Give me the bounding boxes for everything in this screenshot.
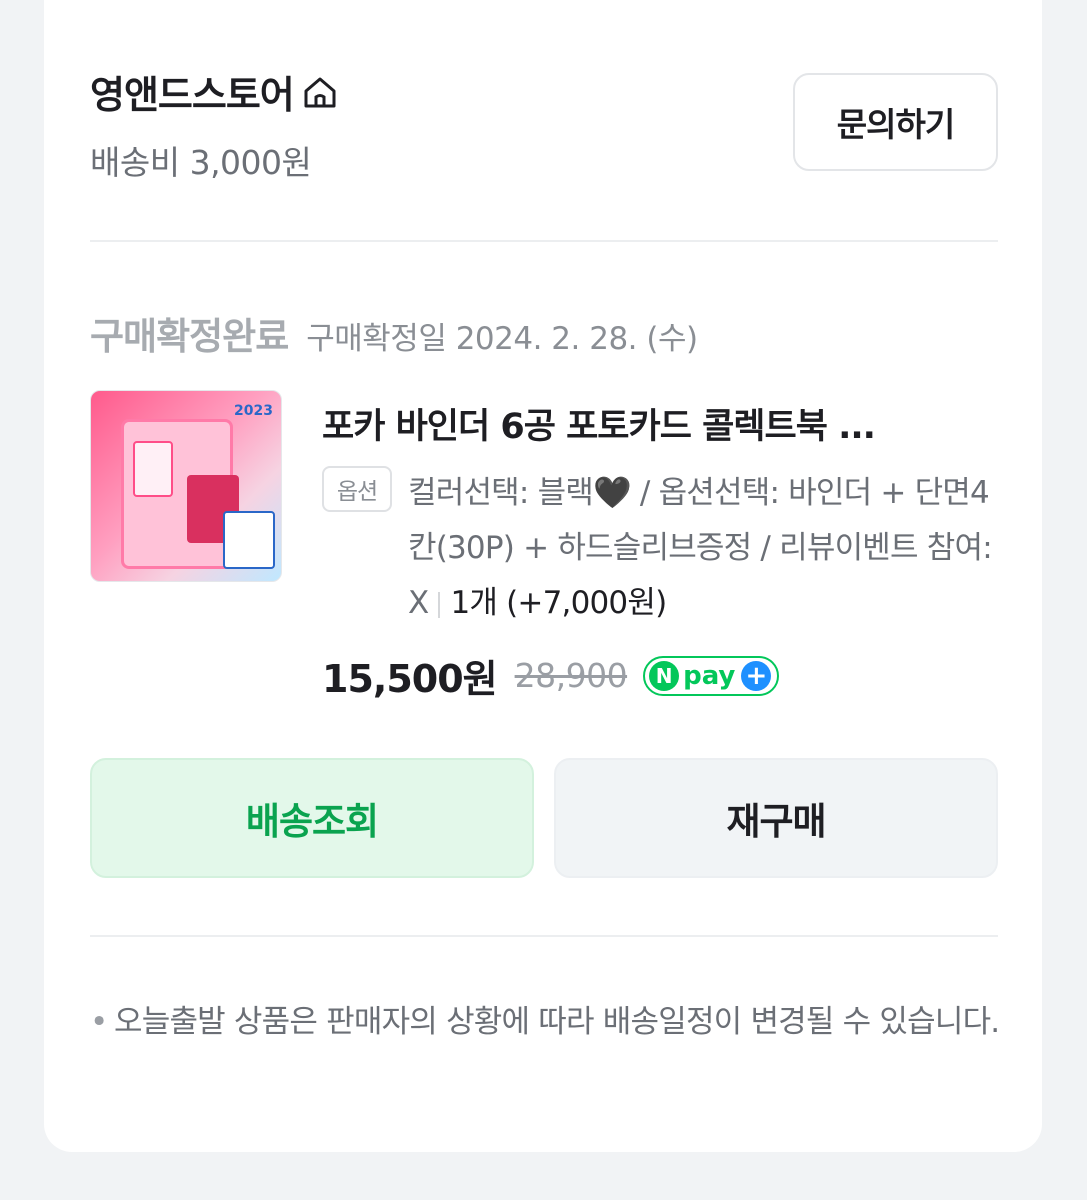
bullet-icon: • xyxy=(90,1004,108,1040)
product-title[interactable]: 포카 바인더 6공 포토카드 콜렉트북 ... xyxy=(322,398,1002,449)
order-card: 영앤드스토어 배송비 3,000원 문의하기 구매확정완료 구매확정일 2024… xyxy=(44,0,1042,1152)
notice-text: 오늘출발 상품은 판매자의 상황에 따라 배송일정이 변경될 수 있습니다. xyxy=(114,1004,1000,1040)
divider xyxy=(90,240,998,242)
npay-n-icon: N xyxy=(649,660,680,691)
plus-icon: + xyxy=(741,660,772,691)
sale-price: 15,500원 xyxy=(322,657,498,701)
price-row: 15,500원 28,900 N pay + xyxy=(322,648,780,703)
quantity: 1개 (+7,000원) xyxy=(450,585,667,621)
npay-plus-badge: N pay + xyxy=(643,655,780,696)
thumbnail-card xyxy=(133,441,173,497)
divider xyxy=(90,935,998,937)
inquiry-button[interactable]: 문의하기 xyxy=(793,73,998,171)
option-tag: 옵션 xyxy=(322,466,392,512)
order-status: 구매확정완료 xyxy=(90,315,289,358)
home-icon[interactable] xyxy=(300,72,340,112)
rebuy-button[interactable]: 재구매 xyxy=(554,758,998,878)
thumbnail-addon xyxy=(223,511,275,569)
product-thumbnail[interactable]: 2023 xyxy=(90,390,282,582)
npay-label: pay xyxy=(683,660,736,691)
order-status-row: 구매확정완료 구매확정일 2024. 2. 28. (수) xyxy=(90,306,698,360)
track-delivery-button[interactable]: 배송조회 xyxy=(90,758,534,878)
confirm-date: 구매확정일 2024. 2. 28. (수) xyxy=(306,321,698,357)
separator xyxy=(438,591,441,618)
shipping-fee: 배송비 3,000원 xyxy=(90,143,312,182)
store-name[interactable]: 영앤드스토어 xyxy=(90,64,295,119)
option-details: 컬러선택: 블랙🖤 / 옵션선택: 바인더 + 단면4칸(30P) + 하드슬리… xyxy=(408,466,1008,631)
store-header[interactable]: 영앤드스토어 xyxy=(90,64,340,119)
thumbnail-year: 2023 xyxy=(234,403,273,419)
original-price: 28,900 xyxy=(514,656,628,695)
shipping-notice: • 오늘출발 상품은 판매자의 상황에 따라 배송일정이 변경될 수 있습니다. xyxy=(90,996,1002,1048)
